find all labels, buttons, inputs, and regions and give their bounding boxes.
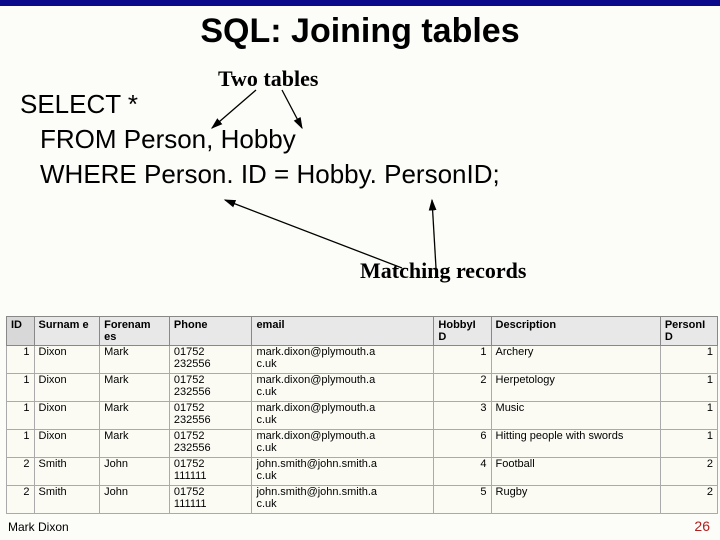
cell-id: 1 bbox=[7, 374, 35, 402]
sql-line-2: FROM Person, Hobby bbox=[40, 122, 720, 157]
cell-surname: Dixon bbox=[34, 374, 100, 402]
table-row: 1DixonMark01752232556mark.dixon@plymouth… bbox=[7, 374, 718, 402]
cell-id: 1 bbox=[7, 430, 35, 458]
cell-hobbyid: 2 bbox=[434, 374, 491, 402]
cell-personid: 2 bbox=[660, 486, 717, 514]
cell-phone: 01752232556 bbox=[169, 402, 252, 430]
cell-description: Hitting people with swords bbox=[491, 430, 660, 458]
cell-id: 1 bbox=[7, 346, 35, 374]
cell-personid: 1 bbox=[660, 374, 717, 402]
cell-phone: 01752232556 bbox=[169, 430, 252, 458]
table-row: 1DixonMark01752232556mark.dixon@plymouth… bbox=[7, 430, 718, 458]
cell-personid: 1 bbox=[660, 346, 717, 374]
cell-surname: Dixon bbox=[34, 346, 100, 374]
sql-line-3: WHERE Person. ID = Hobby. PersonID; bbox=[40, 157, 720, 192]
cell-phone: 01752111111 bbox=[169, 458, 252, 486]
cell-personid: 2 bbox=[660, 458, 717, 486]
th-phone: Phone bbox=[169, 317, 252, 346]
cell-hobbyid: 5 bbox=[434, 486, 491, 514]
cell-hobbyid: 3 bbox=[434, 402, 491, 430]
cell-forenames: Mark bbox=[100, 430, 170, 458]
cell-hobbyid: 6 bbox=[434, 430, 491, 458]
cell-email: john.smith@john.smith.ac.uk bbox=[252, 486, 434, 514]
th-email: email bbox=[252, 317, 434, 346]
cell-description: Archery bbox=[491, 346, 660, 374]
th-forenames: Forenam es bbox=[100, 317, 170, 346]
th-surname: Surnam e bbox=[34, 317, 100, 346]
cell-surname: Dixon bbox=[34, 402, 100, 430]
annotation-two-tables: Two tables bbox=[218, 66, 318, 92]
cell-description: Herpetology bbox=[491, 374, 660, 402]
cell-email: mark.dixon@plymouth.ac.uk bbox=[252, 346, 434, 374]
cell-hobbyid: 4 bbox=[434, 458, 491, 486]
th-hobbyid: HobbyI D bbox=[434, 317, 491, 346]
footer-author: Mark Dixon bbox=[8, 520, 69, 534]
cell-id: 2 bbox=[7, 458, 35, 486]
cell-forenames: Mark bbox=[100, 374, 170, 402]
result-table-wrap: ID Surnam e Forenam es Phone email Hobby… bbox=[6, 316, 718, 514]
cell-email: mark.dixon@plymouth.ac.uk bbox=[252, 374, 434, 402]
table-row: 2SmithJohn01752111111john.smith@john.smi… bbox=[7, 458, 718, 486]
cell-email: mark.dixon@plymouth.ac.uk bbox=[252, 402, 434, 430]
cell-email: john.smith@john.smith.ac.uk bbox=[252, 458, 434, 486]
footer-page-number: 26 bbox=[694, 518, 710, 534]
cell-surname: Smith bbox=[34, 486, 100, 514]
result-table: ID Surnam e Forenam es Phone email Hobby… bbox=[6, 316, 718, 514]
sql-block: SELECT * FROM Person, Hobby WHERE Person… bbox=[20, 87, 720, 192]
sql-line-1: SELECT * bbox=[20, 87, 720, 122]
cell-forenames: Mark bbox=[100, 346, 170, 374]
cell-forenames: John bbox=[100, 458, 170, 486]
cell-forenames: John bbox=[100, 486, 170, 514]
cell-forenames: Mark bbox=[100, 402, 170, 430]
slide-title: SQL: Joining tables bbox=[0, 6, 720, 53]
cell-surname: Dixon bbox=[34, 430, 100, 458]
cell-hobbyid: 1 bbox=[434, 346, 491, 374]
table-row: 1DixonMark01752232556mark.dixon@plymouth… bbox=[7, 402, 718, 430]
cell-description: Rugby bbox=[491, 486, 660, 514]
annotation-matching: Matching records bbox=[360, 258, 526, 284]
cell-description: Football bbox=[491, 458, 660, 486]
th-description: Description bbox=[491, 317, 660, 346]
table-row: 2SmithJohn01752111111john.smith@john.smi… bbox=[7, 486, 718, 514]
th-id: ID bbox=[7, 317, 35, 346]
cell-phone: 01752232556 bbox=[169, 374, 252, 402]
cell-surname: Smith bbox=[34, 458, 100, 486]
table-row: 1DixonMark01752232556mark.dixon@plymouth… bbox=[7, 346, 718, 374]
cell-phone: 01752232556 bbox=[169, 346, 252, 374]
cell-personid: 1 bbox=[660, 430, 717, 458]
th-personid: PersonI D bbox=[660, 317, 717, 346]
cell-phone: 01752111111 bbox=[169, 486, 252, 514]
cell-personid: 1 bbox=[660, 402, 717, 430]
cell-email: mark.dixon@plymouth.ac.uk bbox=[252, 430, 434, 458]
cell-description: Music bbox=[491, 402, 660, 430]
cell-id: 2 bbox=[7, 486, 35, 514]
cell-id: 1 bbox=[7, 402, 35, 430]
table-header-row: ID Surnam e Forenam es Phone email Hobby… bbox=[7, 317, 718, 346]
